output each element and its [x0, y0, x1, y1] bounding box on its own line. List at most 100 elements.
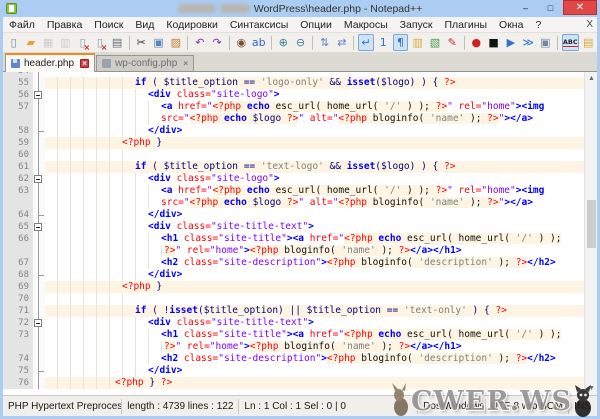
editor[interactable]: 5455if ( $title_option == 'logo-only' &&…: [3, 72, 597, 395]
code-line-76: 76<?php } ?>: [3, 377, 584, 389]
status-doctype: PHP Hypertext Preprocesso: [3, 399, 122, 414]
close-button[interactable]: ✕: [563, 0, 597, 15]
code-text: </div>: [45, 365, 584, 377]
fold-margin[interactable]: [33, 341, 45, 353]
word-wrap-icon[interactable]: ↵: [358, 34, 373, 51]
fold-margin[interactable]: [33, 257, 45, 269]
fold-margin[interactable]: [33, 329, 45, 341]
indent-guide-icon[interactable]: ▥: [410, 34, 425, 51]
fold-margin[interactable]: [33, 137, 45, 149]
fold-margin[interactable]: [33, 233, 45, 245]
fold-margin[interactable]: [33, 317, 45, 329]
title-bar[interactable]: WordPress\header.php - Notepad++ – □ ✕: [3, 0, 597, 17]
maximize-button[interactable]: □: [538, 0, 563, 15]
replace-icon[interactable]: ab: [251, 34, 267, 51]
record-macro-icon[interactable]: ●: [469, 34, 484, 51]
tab-header-php[interactable]: header.php×: [5, 53, 95, 72]
fold-margin[interactable]: [33, 173, 45, 185]
show-all-chars-icon[interactable]: ¶: [393, 34, 408, 51]
tab-wp-config-php[interactable]: wp-config.php×: [96, 55, 194, 71]
fold-margin[interactable]: [33, 305, 45, 317]
fold-margin[interactable]: [33, 113, 45, 125]
close-all-icon[interactable]: ▯×: [92, 34, 107, 51]
line-number: 67: [3, 257, 33, 269]
spell-check-icon[interactable]: ABC: [562, 34, 579, 51]
show-eol-icon[interactable]: 1: [376, 34, 391, 51]
status-insert-mode: INS: [569, 399, 597, 414]
fold-margin[interactable]: [33, 377, 45, 389]
code-text: ?>" rel="home"><?php bloginfo( 'name' );…: [45, 341, 584, 353]
paste-icon[interactable]: ▨: [168, 34, 183, 51]
fold-margin[interactable]: [33, 245, 45, 257]
new-file-icon[interactable]: ▯: [6, 34, 21, 51]
doc-map-icon[interactable]: ▧: [427, 34, 442, 51]
save-file-icon[interactable]: ▦: [41, 34, 56, 51]
fold-margin[interactable]: [33, 161, 45, 173]
fold-collapse-icon[interactable]: [34, 91, 42, 99]
fold-margin[interactable]: [33, 365, 45, 377]
save-macro-icon[interactable]: ▣: [538, 34, 553, 51]
menu-item-file[interactable]: Файл: [3, 17, 41, 33]
menu-item-help[interactable]: ?: [529, 17, 547, 33]
tab-close-icon[interactable]: ×: [183, 59, 188, 68]
fold-collapse-icon[interactable]: [34, 175, 42, 183]
fold-margin[interactable]: [33, 185, 45, 197]
menu-item-windows[interactable]: Окна: [493, 17, 529, 33]
print-icon[interactable]: ▤: [110, 34, 125, 51]
doc-switcher-icon[interactable]: ▤: [581, 34, 596, 51]
undo-icon[interactable]: ↶: [192, 34, 207, 51]
fold-margin[interactable]: [33, 101, 45, 113]
toolbar-separator: [271, 36, 272, 50]
code-line-55: 55if ( $title_option == 'logo-only' && i…: [3, 77, 584, 89]
menu-item-syntax[interactable]: Синтаксисы: [224, 17, 294, 33]
sync-horizontal-scroll-icon[interactable]: ⇄: [334, 34, 349, 51]
zoom-out-icon[interactable]: ⊖: [293, 34, 308, 51]
redo-icon[interactable]: ↷: [210, 34, 225, 51]
cut-icon[interactable]: ✂: [134, 34, 149, 51]
fold-margin[interactable]: [33, 353, 45, 365]
fold-margin[interactable]: [33, 89, 45, 101]
scrollbar-thumb[interactable]: [587, 200, 596, 248]
sync-vertical-scroll-icon[interactable]: ⇅: [317, 34, 332, 51]
fold-margin[interactable]: [33, 269, 45, 281]
menu-item-plugins[interactable]: Плагины: [438, 17, 493, 33]
vertical-scrollbar[interactable]: ▲ ▼: [584, 72, 597, 395]
find-icon[interactable]: ◉: [234, 34, 249, 51]
code-line-56: 56<div class="site-logo">: [3, 89, 584, 101]
fold-margin[interactable]: [33, 209, 45, 221]
close-file-icon[interactable]: ▯×: [75, 34, 90, 51]
fold-margin[interactable]: [33, 77, 45, 89]
code-line-75: 75</div>: [3, 365, 584, 377]
play-macro-icon[interactable]: ▶: [503, 34, 518, 51]
fold-margin[interactable]: [33, 197, 45, 209]
run-macro-multiple-icon[interactable]: ≫: [520, 34, 535, 51]
scroll-down-icon[interactable]: ▼: [585, 382, 597, 395]
fold-margin[interactable]: [33, 149, 45, 161]
tab-close-icon[interactable]: ×: [80, 59, 89, 68]
code-area[interactable]: 5455if ( $title_option == 'logo-only' &&…: [3, 72, 584, 395]
menu-item-options[interactable]: Опции: [294, 17, 338, 33]
save-all-icon[interactable]: ▥: [58, 34, 73, 51]
close-document-icon[interactable]: X: [586, 19, 593, 30]
scroll-up-icon[interactable]: ▲: [585, 72, 597, 85]
menu-item-search[interactable]: Поиск: [88, 17, 129, 33]
menu-item-run[interactable]: Запуск: [394, 17, 439, 33]
menu-item-edit[interactable]: Правка: [41, 17, 88, 33]
fold-margin[interactable]: [33, 293, 45, 305]
edit-marker-icon[interactable]: ✎: [445, 34, 460, 51]
fold-margin[interactable]: [33, 221, 45, 233]
minimize-button[interactable]: –: [513, 0, 538, 15]
open-file-icon[interactable]: ▰: [23, 34, 38, 51]
menu-item-macros[interactable]: Макросы: [338, 17, 394, 33]
fold-collapse-icon[interactable]: [34, 223, 42, 231]
fold-margin[interactable]: [33, 125, 45, 137]
code-text: <a href="<?php echo esc_url( home_url( '…: [45, 101, 584, 113]
menu-item-view[interactable]: Вид: [129, 17, 160, 33]
code-text: [45, 149, 584, 161]
copy-icon[interactable]: ▣: [151, 34, 166, 51]
fold-collapse-icon[interactable]: [34, 319, 42, 327]
fold-margin[interactable]: [33, 281, 45, 293]
zoom-in-icon[interactable]: ⊕: [276, 34, 291, 51]
stop-macro-icon[interactable]: ■: [486, 34, 501, 51]
menu-item-encoding[interactable]: Кодировки: [160, 17, 223, 33]
